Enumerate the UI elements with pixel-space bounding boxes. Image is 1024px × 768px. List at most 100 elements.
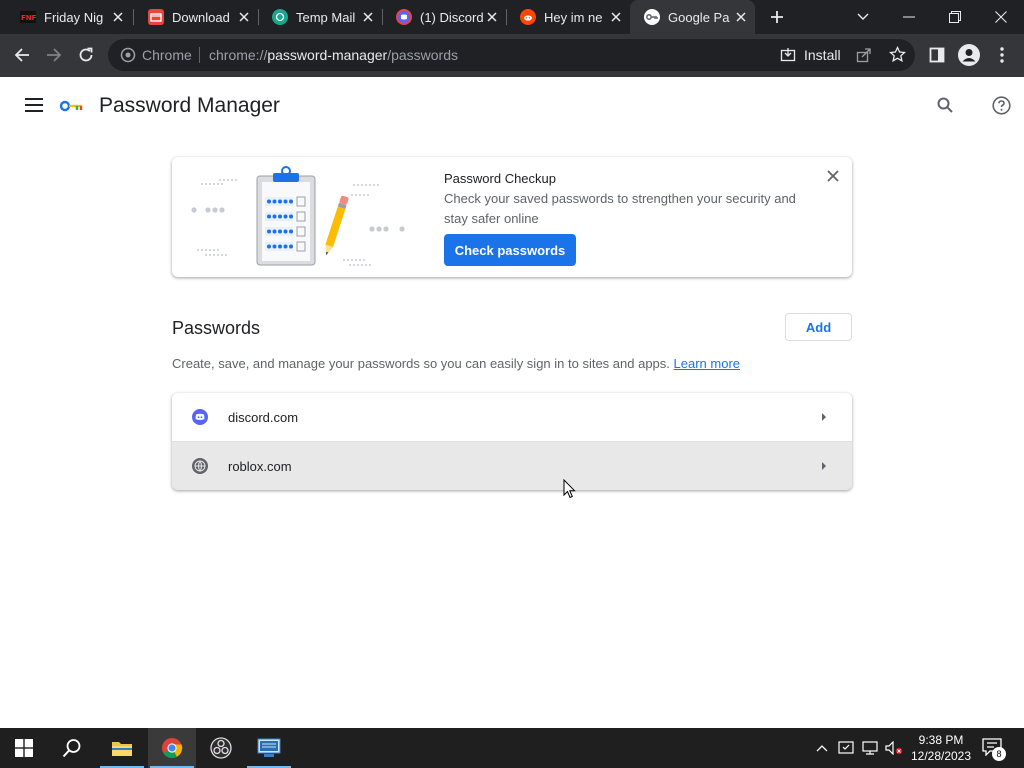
install-button[interactable]: Install — [780, 45, 841, 65]
taskbar-remote-app[interactable] — [245, 728, 293, 768]
chrome-site-icon[interactable] — [120, 47, 136, 63]
site-name: discord.com — [228, 410, 299, 425]
tab-search-button[interactable] — [840, 0, 886, 34]
fnf-icon: FNF — [20, 9, 36, 25]
restore-button[interactable] — [932, 0, 978, 34]
side-panel-button[interactable] — [922, 40, 952, 70]
tab-friday-night[interactable]: FNF Friday Nig — [6, 0, 132, 34]
close-icon[interactable] — [824, 167, 842, 185]
search-icon — [62, 739, 81, 758]
windows-icon — [15, 739, 33, 757]
security-tray-icon[interactable] — [836, 728, 856, 768]
download-app-icon — [148, 9, 164, 25]
close-icon[interactable] — [236, 9, 252, 25]
help-icon[interactable] — [992, 96, 1011, 120]
page-title: Password Manager — [99, 94, 280, 117]
password-checkup-card: Password Checkup Check your saved passwo… — [172, 157, 852, 277]
avatar-icon — [958, 44, 980, 66]
discord-icon — [396, 9, 412, 25]
address-bar[interactable]: Chrome chrome://password-manager/passwor… — [108, 39, 915, 71]
clock-time: 9:38 PM — [918, 733, 964, 747]
new-tab-button[interactable] — [765, 5, 789, 29]
system-clock[interactable]: 9:38 PM 12/28/2023 — [906, 732, 976, 764]
start-button[interactable] — [0, 728, 48, 768]
close-window-button[interactable] — [978, 0, 1024, 34]
side-panel-icon — [929, 47, 945, 63]
bookmark-star-icon[interactable] — [888, 45, 907, 68]
close-icon[interactable] — [110, 9, 126, 25]
chrome-window: FNF Friday Nig Download Temp Mail (1) Di… — [0, 0, 1024, 768]
tab-strip: FNF Friday Nig Download Temp Mail (1) Di… — [0, 0, 1024, 34]
chrome-menu-button[interactable] — [987, 40, 1017, 70]
notification-count-badge: 8 — [992, 747, 1006, 761]
tab-discord[interactable]: (1) Discord — [382, 0, 506, 34]
close-icon[interactable] — [360, 9, 376, 25]
taskbar-chrome[interactable] — [148, 728, 196, 768]
windows-taskbar: 9:38 PM 12/28/2023 — [0, 728, 1024, 768]
check-passwords-button[interactable]: Check passwords — [444, 234, 576, 266]
share-icon[interactable] — [856, 47, 872, 68]
back-button[interactable] — [7, 40, 37, 70]
tab-temp-mail[interactable]: Temp Mail — [258, 0, 382, 34]
password-list: discord.com roblox.com — [172, 393, 852, 490]
globe-icon — [192, 458, 208, 474]
url-path: /passwords — [387, 47, 459, 63]
tab-google-password-manager[interactable]: Google Pa — [630, 0, 755, 34]
minimize-button[interactable] — [886, 0, 932, 34]
obs-icon — [210, 737, 232, 759]
menu-icon[interactable] — [25, 98, 43, 117]
list-item[interactable]: discord.com — [172, 393, 852, 441]
mouse-cursor-icon — [563, 479, 576, 499]
url-text[interactable]: chrome://password-manager/passwords — [209, 47, 458, 63]
tab-title: Temp Mail — [296, 9, 356, 25]
tray-chevron-up-icon[interactable] — [812, 728, 832, 768]
chevron-right-icon — [822, 462, 826, 470]
clock-date: 12/28/2023 — [910, 749, 972, 763]
forward-button[interactable] — [39, 40, 69, 70]
tab-reddit[interactable]: Hey im ne — [506, 0, 630, 34]
close-icon[interactable] — [484, 9, 500, 25]
taskbar-obs[interactable] — [197, 728, 245, 768]
close-icon[interactable] — [733, 9, 749, 25]
omnibox-divider — [199, 47, 200, 63]
passwords-description-text: Create, save, and manage your passwords … — [172, 356, 670, 371]
url-host: password-manager — [267, 47, 388, 63]
monitor-app-icon — [257, 738, 281, 757]
url-scheme: chrome:// — [209, 47, 268, 63]
google-password-icon — [644, 9, 660, 25]
list-item[interactable]: roblox.com — [172, 442, 852, 490]
taskbar-file-explorer[interactable] — [98, 728, 146, 768]
site-name: roblox.com — [228, 459, 292, 474]
chrome-label: Chrome — [142, 47, 192, 63]
chrome-icon — [162, 738, 183, 759]
search-icon[interactable] — [937, 97, 953, 118]
tab-title: Download — [172, 9, 230, 25]
discord-icon — [192, 409, 208, 425]
volume-muted-icon[interactable] — [884, 728, 904, 768]
checkup-title: Password Checkup — [444, 171, 556, 186]
passwords-description: Create, save, and manage your passwords … — [172, 356, 740, 371]
profile-button[interactable] — [954, 40, 984, 70]
password-checkup-illustration — [191, 166, 405, 266]
add-password-button[interactable]: Add — [785, 313, 852, 341]
tab-title: Hey im ne — [544, 9, 603, 25]
temp-mail-icon — [272, 9, 288, 25]
svg-text:FNF: FNF — [21, 14, 36, 22]
reddit-icon — [520, 9, 536, 25]
tab-title: Friday Nig — [44, 9, 104, 25]
password-manager-logo-icon — [59, 99, 84, 117]
tab-title: (1) Discord — [420, 9, 484, 25]
search-button[interactable] — [48, 728, 96, 768]
install-icon — [780, 48, 796, 62]
install-label: Install — [804, 47, 841, 63]
close-icon[interactable] — [608, 9, 624, 25]
browser-toolbar: Chrome chrome://password-manager/passwor… — [0, 34, 1024, 77]
learn-more-link[interactable]: Learn more — [674, 356, 740, 371]
tab-download[interactable]: Download — [134, 0, 258, 34]
folder-icon — [112, 742, 132, 756]
checkup-description: Check your saved passwords to strengthen… — [444, 191, 796, 226]
reload-button[interactable] — [71, 40, 101, 70]
network-tray-icon[interactable] — [860, 728, 880, 768]
tab-title: Google Pa — [668, 9, 730, 25]
password-manager-header: Password Manager — [0, 77, 1024, 135]
